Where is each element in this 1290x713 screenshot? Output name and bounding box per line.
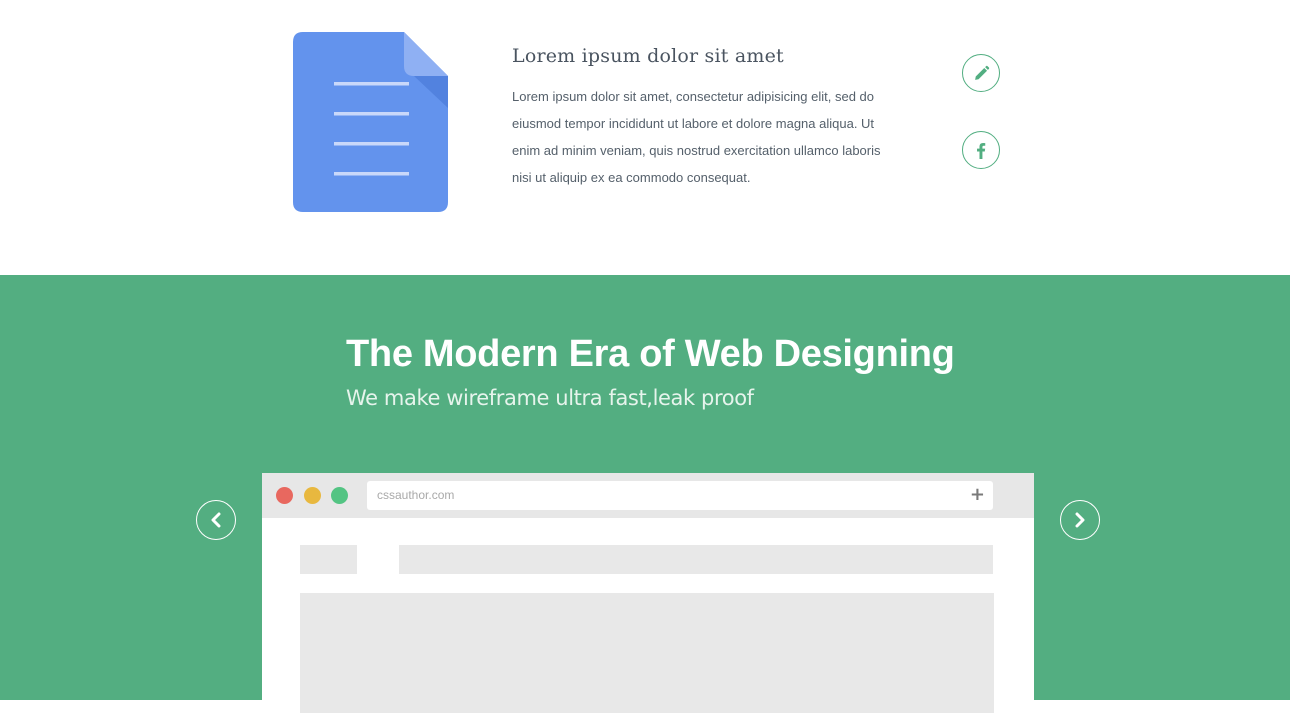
wireframe-nav-block: [399, 545, 993, 574]
address-url: cssauthor.com: [377, 488, 455, 502]
new-tab-plus-icon[interactable]: +: [970, 484, 985, 506]
next-slide-button[interactable]: [1060, 500, 1100, 540]
hero-section: The Modern Era of Web Designing We make …: [0, 275, 1290, 713]
maximize-window-dot[interactable]: [331, 487, 348, 504]
feature-section: Lorem ipsum dolor sit amet Lorem ipsum d…: [0, 0, 1290, 275]
wireframe-content-block: [300, 593, 994, 713]
chevron-left-icon: [211, 512, 221, 528]
close-window-dot[interactable]: [276, 487, 293, 504]
feature-description: Lorem ipsum dolor sit amet, consectetur …: [512, 89, 881, 185]
minimize-window-dot[interactable]: [304, 487, 321, 504]
pencil-icon: [974, 65, 989, 80]
chevron-right-icon: [1075, 512, 1085, 528]
facebook-button[interactable]: [962, 131, 1000, 169]
address-bar[interactable]: cssauthor.com +: [367, 481, 993, 510]
facebook-icon: [977, 142, 986, 159]
document-icon: [293, 32, 448, 212]
hero-title: The Modern Era of Web Designing: [346, 333, 955, 375]
previous-slide-button[interactable]: [196, 500, 236, 540]
hero-subtitle: We make wireframe ultra fast,leak proof: [346, 386, 754, 410]
browser-toolbar: cssauthor.com +: [262, 473, 1034, 518]
feature-title: Lorem ipsum dolor sit amet: [512, 45, 784, 67]
wireframe-logo-block: [300, 545, 357, 574]
browser-mockup: cssauthor.com +: [262, 473, 1034, 713]
edit-button[interactable]: [962, 54, 1000, 92]
